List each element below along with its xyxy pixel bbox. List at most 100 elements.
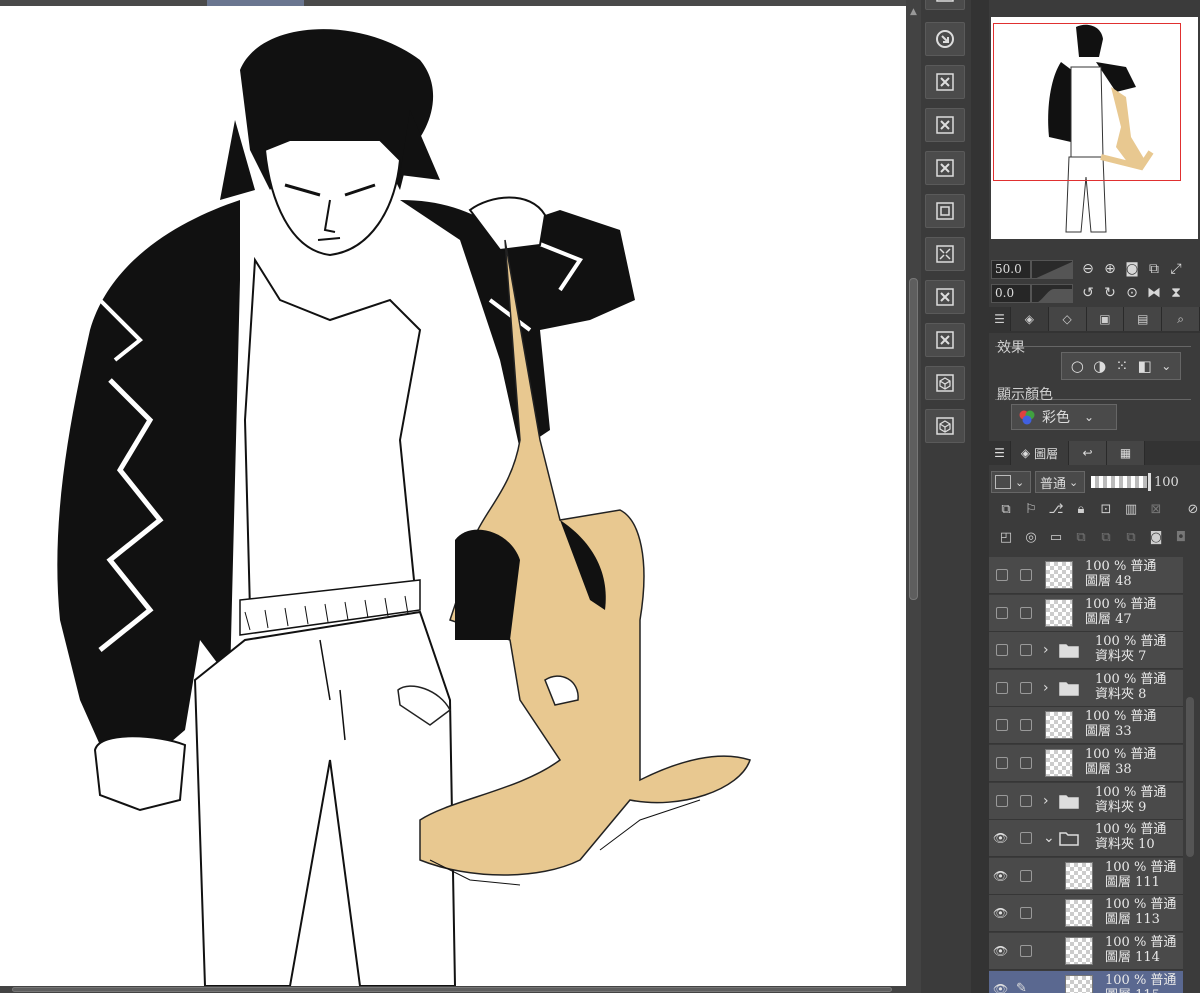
draft-layer-icon[interactable]: ⎇ [1045, 498, 1067, 520]
zoom-slider[interactable] [1031, 259, 1073, 279]
visibility-toggle[interactable] [996, 794, 1008, 807]
actual-size-icon[interactable]: ◙ [1121, 259, 1143, 279]
rotate-left-icon[interactable]: ↺ [1077, 283, 1099, 303]
lock-toggle[interactable] [1020, 606, 1032, 619]
apply-mask-icon[interactable]: ◘ [1170, 526, 1192, 548]
clear-button-4[interactable] [925, 280, 965, 314]
new-vector-layer-icon[interactable]: ◎ [1020, 526, 1042, 548]
layer-row[interactable]: 100 % 普通 圖層 48 [989, 557, 1186, 594]
folder-row[interactable]: › 100 % 普通 資料夾 9 [989, 782, 1186, 820]
folder-row[interactable]: › 100 % 普通 資料夾 7 [989, 632, 1186, 670]
cube-button-2[interactable] [925, 409, 965, 443]
blend-mode-select[interactable]: 普通 ⌄ [1035, 471, 1085, 493]
layer-row[interactable]: 100 % 普通 圖層 33 [989, 707, 1186, 745]
drawing-canvas[interactable] [0, 0, 906, 986]
reference-layer-icon[interactable]: ⚐ [1020, 498, 1042, 520]
layer-list-scroll-thumb[interactable] [1186, 697, 1194, 857]
visibility-toggle[interactable] [996, 757, 1008, 769]
eye-icon[interactable]: 👁︎ [993, 982, 1009, 993]
layer-row[interactable]: 👁︎ 100 % 普通 圖層 114 [989, 933, 1186, 970]
canvas-size-button[interactable] [925, 194, 965, 228]
merge-selected-icon[interactable]: ⧉ [1120, 526, 1142, 548]
folder-row[interactable]: 👁︎ ⌄ 100 % 普通 資料夾 10 [989, 820, 1186, 858]
new-raster-layer-icon[interactable]: ◰ [995, 526, 1017, 548]
visibility-toggle[interactable] [996, 681, 1008, 694]
eye-icon[interactable]: 👁︎ [993, 944, 1009, 958]
chevron-right-icon[interactable]: › [1043, 642, 1049, 658]
opacity-slider-handle[interactable] [1148, 473, 1151, 491]
layer-menu-icon[interactable]: ☰ [989, 441, 1011, 465]
scroll-up-arrow-icon[interactable]: ▲ [908, 6, 919, 18]
clear-button-5[interactable] [925, 323, 965, 357]
layer-row[interactable]: 👁︎ ✎ 100 % 普通圖層 115 [989, 970, 1186, 993]
canvas-horizontal-scrollbar[interactable] [0, 986, 921, 993]
panel-separator[interactable] [971, 0, 989, 993]
lock-toggle[interactable] [1020, 644, 1032, 657]
visibility-toggle[interactable] [996, 644, 1008, 657]
lock-toggle[interactable] [1020, 569, 1032, 581]
opacity-value[interactable]: 100 [1154, 475, 1179, 490]
layer-row[interactable]: 100 % 普通 圖層 47 [989, 594, 1186, 632]
zoom-value-field[interactable]: 50.0 [991, 259, 1031, 279]
chevron-right-icon[interactable]: › [1043, 680, 1049, 696]
zoom-in-icon[interactable]: ⊕ [1099, 259, 1121, 279]
trash-icon[interactable]: 🗑︎ [1195, 526, 1200, 548]
layer-color-select[interactable]: ⌄ [991, 471, 1031, 493]
tab-layer[interactable]: ◈ 圖層 [1011, 441, 1069, 465]
create-mask-icon[interactable]: ◙ [1145, 526, 1167, 548]
screentone-icon[interactable]: ⁙ [1116, 357, 1129, 375]
eye-icon[interactable]: 👁︎ [993, 906, 1009, 920]
fit-window-icon[interactable]: ⤢ [1165, 259, 1187, 279]
tool-button-top[interactable] [925, 0, 965, 10]
lock-toggle[interactable] [1020, 681, 1032, 694]
canvas-vertical-scrollbar[interactable]: ▲ [906, 0, 921, 986]
tab-sub-tool[interactable]: ◇ [1048, 307, 1087, 331]
merge-down-icon[interactable]: ⧉ [1095, 526, 1117, 548]
rotate-value-field[interactable]: 0.0 [991, 283, 1031, 303]
visibility-toggle[interactable] [996, 719, 1008, 732]
mask-enable-icon[interactable]: ▥ [1120, 498, 1142, 520]
zoom-out-icon[interactable]: ⊖ [1077, 259, 1099, 279]
eye-icon[interactable]: 👁︎ [993, 831, 1009, 845]
visibility-toggle[interactable] [996, 606, 1008, 619]
tone-effect-icon[interactable]: ◑ [1093, 357, 1106, 375]
chevron-down-icon[interactable]: ⌄ [1043, 830, 1055, 846]
vertical-scroll-thumb[interactable] [909, 278, 918, 600]
rotate-slider[interactable] [1031, 283, 1073, 303]
layer-row[interactable]: 100 % 普通 圖層 38 [989, 745, 1186, 782]
tab-search[interactable]: ⌕ [1162, 307, 1200, 331]
clear-button-2[interactable] [925, 108, 965, 142]
folder-row[interactable]: › 100 % 普通 資料夾 8 [989, 669, 1186, 707]
palette-color-icon[interactable]: ⊘ [1182, 498, 1200, 520]
rotate-right-icon[interactable]: ↻ [1099, 283, 1121, 303]
display-color-select[interactable]: 彩色 ⌄ [1011, 404, 1117, 430]
border-effect-icon[interactable]: ○ [1071, 357, 1084, 375]
flip-vertical-icon[interactable]: ⧗ [1165, 283, 1187, 303]
tab-history[interactable]: ↩ [1069, 441, 1107, 465]
clip-layer-icon[interactable]: ⧉ [995, 498, 1017, 520]
chevron-down-icon[interactable]: ⌄ [1161, 359, 1171, 373]
layer-row[interactable]: 👁︎ 100 % 普通 圖層 113 [989, 895, 1186, 933]
horizontal-scroll-thumb[interactable] [12, 987, 892, 992]
lock-transparency-icon[interactable]: ⊡ [1095, 498, 1117, 520]
transfer-down-icon[interactable]: ⧉ [1070, 526, 1092, 548]
tab-animation[interactable]: ▦ [1107, 441, 1145, 465]
tab-tool-property[interactable]: ▣ [1086, 307, 1125, 331]
lock-toggle[interactable] [1020, 907, 1032, 920]
tab-material[interactable]: ▤ [1124, 307, 1163, 331]
lock-toggle[interactable] [1020, 719, 1032, 732]
clear-button-3[interactable] [925, 151, 965, 185]
navigator-view-frame[interactable] [993, 23, 1181, 181]
layer-row[interactable]: 👁︎ 100 % 普通 圖層 111 [989, 857, 1186, 895]
opacity-slider[interactable] [1091, 476, 1147, 488]
lock-toggle[interactable] [1020, 945, 1032, 957]
flip-horizontal-icon[interactable]: ⧓ [1143, 283, 1165, 303]
scale-button[interactable] [925, 237, 965, 271]
lock-toggle[interactable] [1020, 794, 1032, 807]
navigator-preview[interactable] [991, 17, 1198, 239]
cube-button-1[interactable] [925, 366, 965, 400]
lock-icon[interactable]: 🔒︎ [1070, 498, 1092, 520]
tab-layer-property[interactable]: ◈ [1010, 307, 1049, 331]
reset-rotation-icon[interactable]: ⊙ [1121, 283, 1143, 303]
lock-toggle[interactable] [1020, 832, 1032, 845]
